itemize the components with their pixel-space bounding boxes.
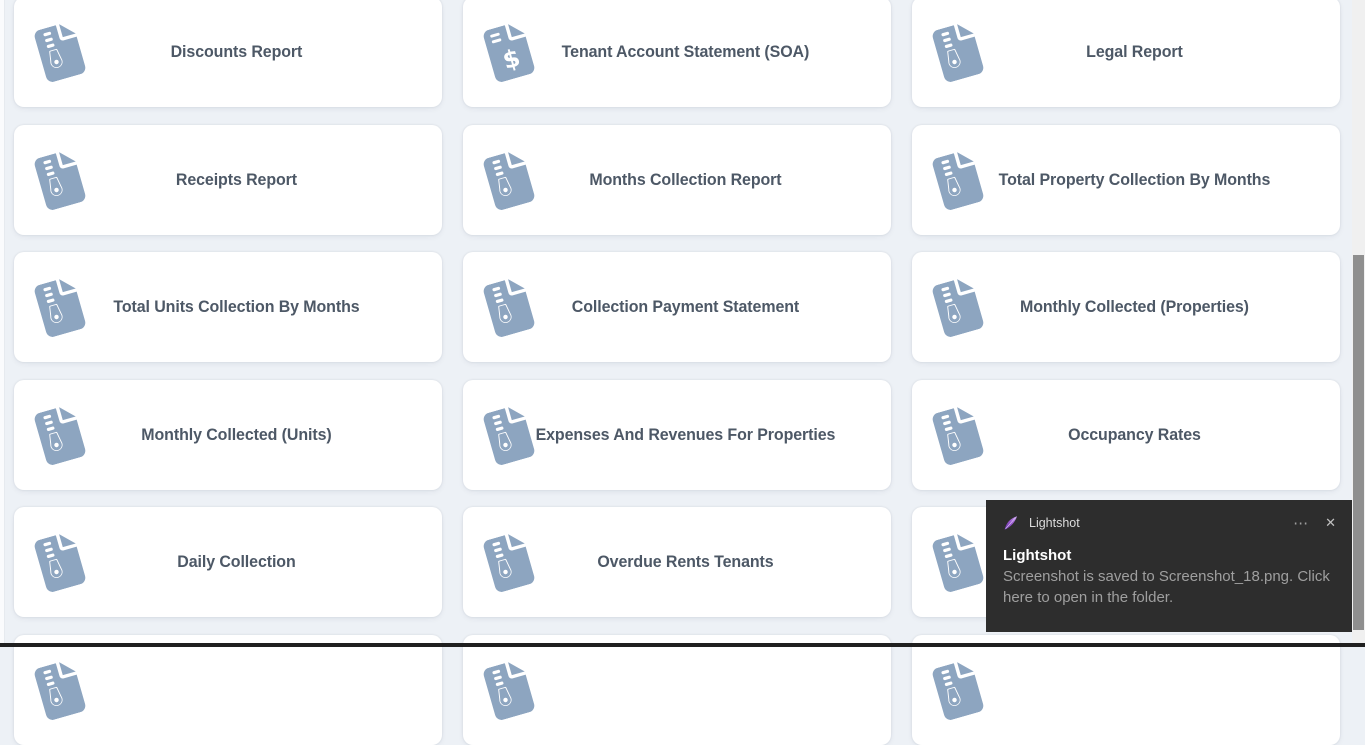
toast-more-options-icon[interactable]: ⋯ [1293,514,1309,532]
report-card[interactable]: Collection Payment Statement [463,252,891,362]
reports-grid: Discounts Report Tenant Account Statemen… [14,0,1340,745]
report-card-label: Receipts Report [175,169,298,189]
toast-close-icon[interactable]: ✕ [1325,515,1336,531]
file-zipper-icon [928,657,987,722]
report-card[interactable]: Legal Report [912,0,1340,107]
report-card[interactable] [463,634,891,745]
report-card-label: Legal Report [1086,42,1183,61]
toast-app-name: Lightshot [1029,516,1080,530]
page-left-edge [0,0,5,647]
report-card-label: Total Units Collection By Months [113,297,360,316]
report-card[interactable]: Receipts Report [14,124,442,235]
report-card[interactable]: Occupancy Rates [912,379,1340,490]
toast-title: Lightshot [1003,547,1072,564]
report-card[interactable] [14,634,442,745]
lightshot-feather-icon [1004,515,1017,530]
report-card-label: Collection Payment Statement [571,297,800,316]
lightshot-notification-toast[interactable]: Lightshot ⋯ ✕ Lightshot Screenshot is sa… [986,500,1352,632]
report-card[interactable]: Months Collection Report [463,124,891,235]
report-card[interactable]: Expenses And Revenues For Properties [463,379,891,490]
report-card-label: Daily Collection [177,552,296,571]
report-card[interactable]: Total Property Collection By Months [912,124,1340,235]
taskbar-edge [0,643,1365,647]
report-card-label: Months Collection Report [589,169,782,189]
file-zipper-icon [479,657,538,722]
vertical-scrollbar-track[interactable] [1352,0,1365,647]
report-card[interactable]: Overdue Rents Tenants [463,507,891,617]
report-card-label: Occupancy Rates [1068,424,1201,444]
report-card-label: Overdue Rents Tenants [597,552,774,571]
file-zipper-icon [30,657,89,722]
report-card[interactable]: Total Units Collection By Months [14,252,442,362]
report-card[interactable]: Discounts Report [14,0,442,107]
vertical-scrollbar-thumb[interactable] [1353,255,1364,630]
toast-header: Lightshot ⋯ ✕ [1003,513,1336,533]
report-card[interactable]: Daily Collection [14,507,442,617]
report-card[interactable] [912,634,1340,745]
report-card[interactable]: Tenant Account Statement (SOA) [463,0,891,107]
toast-body[interactable]: Lightshot Screenshot is saved to Screens… [1003,546,1336,608]
report-card-label: Expenses And Revenues For Properties [535,424,836,444]
report-card-label: Monthly Collected (Properties) [1020,297,1249,316]
report-card-label: Tenant Account Statement (SOA) [561,42,810,61]
report-card[interactable]: Monthly Collected (Properties) [912,252,1340,362]
toast-message: Screenshot is saved to Screenshot_18.png… [1003,568,1330,606]
report-card-label: Total Property Collection By Months [998,169,1271,189]
file-zipper-icon [928,530,987,595]
report-card[interactable]: Monthly Collected (Units) [14,379,442,490]
report-card-label: Discounts Report [170,42,303,61]
report-card-label: Monthly Collected (Units) [141,424,332,444]
